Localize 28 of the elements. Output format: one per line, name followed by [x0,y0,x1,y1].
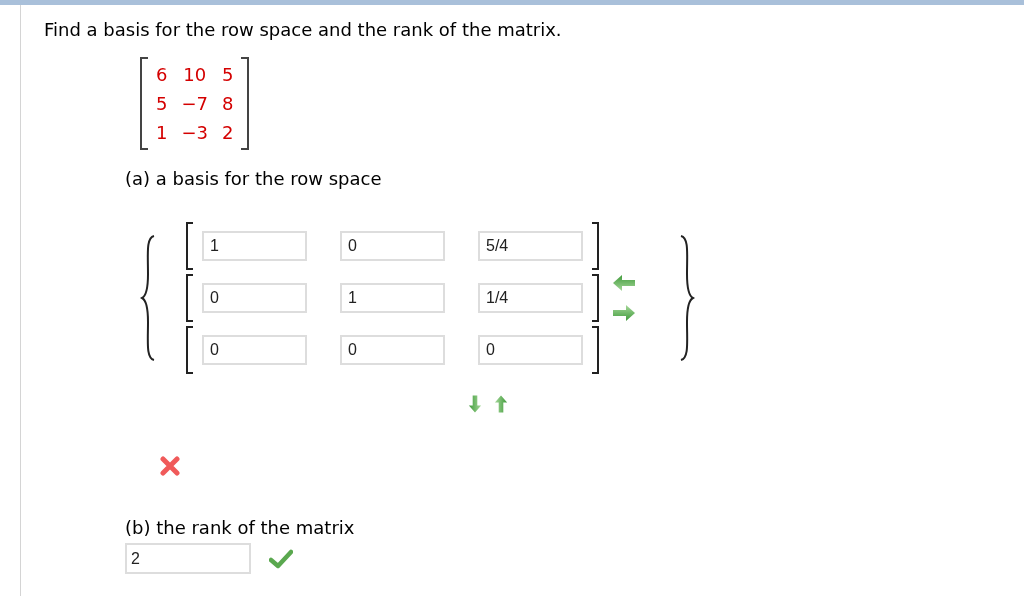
matrix-entry: −7 [181,92,208,116]
vector-entry-field[interactable]: 0 [202,335,307,365]
question-text: Find a basis for the row space and the rank of the matrix. [44,18,563,41]
vector-entry-field[interactable]: 0 [478,335,583,365]
matrix-entry: −3 [181,121,208,145]
vector-bracket [186,222,193,270]
vector-bracket [592,222,599,270]
vector-entry-field[interactable]: 0 [340,231,445,261]
vector-entry-field[interactable]: 1 [340,283,445,313]
vector-bracket [186,274,193,322]
matrix-entry: 1 [156,121,168,145]
part-b-label: (b) the rank of the matrix [125,517,356,539]
vector-entry-field[interactable]: 1/4 [478,283,583,313]
vector-entry-field[interactable]: 0 [340,335,445,365]
vector-bracket [592,274,599,322]
vector-entry-field[interactable]: 0 [202,283,307,313]
part-a-label: (a) a basis for the row space [125,168,383,190]
rank-answer-field[interactable]: 2 [125,543,251,574]
matrix-entry: 8 [222,92,234,116]
vector-entry-field[interactable]: 1 [202,231,307,261]
matrix-entry: 2 [222,121,234,145]
vector-bracket [186,326,193,374]
vector-entry-field[interactable]: 5/4 [478,231,583,261]
matrix-entry: 6 [156,63,168,87]
matrix-entry: 10 [182,63,208,87]
matrix-entry: 5 [156,92,168,116]
vector-bracket [592,326,599,374]
matrix-entry: 5 [222,63,234,87]
